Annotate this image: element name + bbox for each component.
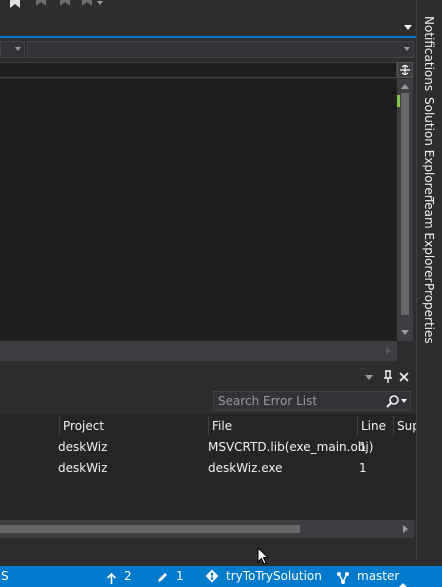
scroll-thumb[interactable] [401, 93, 409, 315]
bookmark-next-icon[interactable] [58, 0, 72, 8]
column-header-line[interactable]: Line [358, 416, 394, 436]
member-dropdown[interactable] [27, 41, 414, 58]
table-row-1-project[interactable]: deskWiz [58, 437, 107, 457]
mouse-cursor-icon [257, 546, 270, 566]
table-row-2-line[interactable]: 1 [359, 458, 367, 478]
column-header-project[interactable]: Project [60, 416, 209, 436]
chevron-up-icon[interactable] [399, 574, 407, 587]
git-repository-icon[interactable] [205, 569, 219, 583]
column-header-suppression[interactable]: Sup [394, 416, 416, 436]
pending-changes-count[interactable]: 1 [176, 566, 184, 587]
column-header-description[interactable] [0, 416, 60, 436]
table-row-1-file[interactable]: MSVCRTD.lib(exe_main.obj) [208, 437, 373, 457]
editor-header-field[interactable] [0, 62, 397, 78]
status-text: S [1, 569, 9, 583]
pin-icon[interactable] [382, 370, 394, 384]
pencil-icon[interactable] [156, 570, 168, 582]
scroll-up-icon[interactable] [401, 84, 409, 89]
chevron-down-icon [404, 47, 410, 51]
status-bar: S 2 1 tryToTrySolution master [0, 566, 442, 587]
editor-horizontal-scrollbar[interactable] [0, 341, 397, 361]
column-header-file[interactable]: File [209, 416, 358, 436]
editor-options-dropdown-icon[interactable] [403, 24, 413, 32]
repository-name[interactable]: tryToTrySolution [226, 566, 322, 587]
search-input[interactable] [218, 392, 378, 410]
editor-vertical-scrollbar[interactable] [397, 79, 413, 341]
scroll-down-icon[interactable] [401, 330, 409, 335]
error-list-horizontal-scrollbar[interactable] [0, 520, 414, 538]
table-row-2-file[interactable]: deskWiz.exe [208, 458, 283, 478]
tab-team-explorer[interactable]: Team Explorer [418, 197, 440, 283]
unpushed-commits-count[interactable]: 2 [124, 566, 132, 587]
scroll-right-icon[interactable] [386, 347, 391, 355]
scope-dropdown[interactable] [0, 41, 25, 58]
change-marker [397, 95, 400, 107]
search-options-icon[interactable] [401, 399, 407, 403]
tab-solution-explorer[interactable]: Solution Explorer [418, 97, 440, 200]
close-icon[interactable] [398, 371, 410, 383]
search-error-list-box[interactable] [213, 391, 411, 411]
chevron-down-icon [15, 47, 21, 51]
toolbar [0, 0, 416, 36]
tab-properties[interactable]: Properties [418, 283, 440, 344]
window-position-icon[interactable] [365, 375, 373, 380]
branch-name[interactable]: master [357, 566, 399, 587]
scroll-thumb[interactable] [0, 525, 300, 533]
git-branch-icon[interactable] [336, 570, 350, 584]
split-window-icon[interactable] [397, 62, 413, 78]
table-row-2-project[interactable]: deskWiz [58, 458, 107, 478]
search-icon[interactable] [386, 394, 400, 408]
arrow-up-icon[interactable] [106, 571, 117, 584]
error-list-title-bar [0, 368, 416, 388]
bookmark-folder-icon[interactable] [80, 0, 94, 8]
scroll-right-icon[interactable] [403, 525, 408, 533]
bookmark-icon[interactable] [8, 0, 22, 8]
tab-notifications[interactable]: Notifications [418, 16, 440, 92]
table-row-1-line[interactable]: 1 [359, 437, 367, 457]
toolbar-overflow-icon[interactable] [97, 0, 111, 8]
code-editor[interactable] [0, 79, 397, 341]
bookmark-previous-icon[interactable] [34, 0, 48, 8]
